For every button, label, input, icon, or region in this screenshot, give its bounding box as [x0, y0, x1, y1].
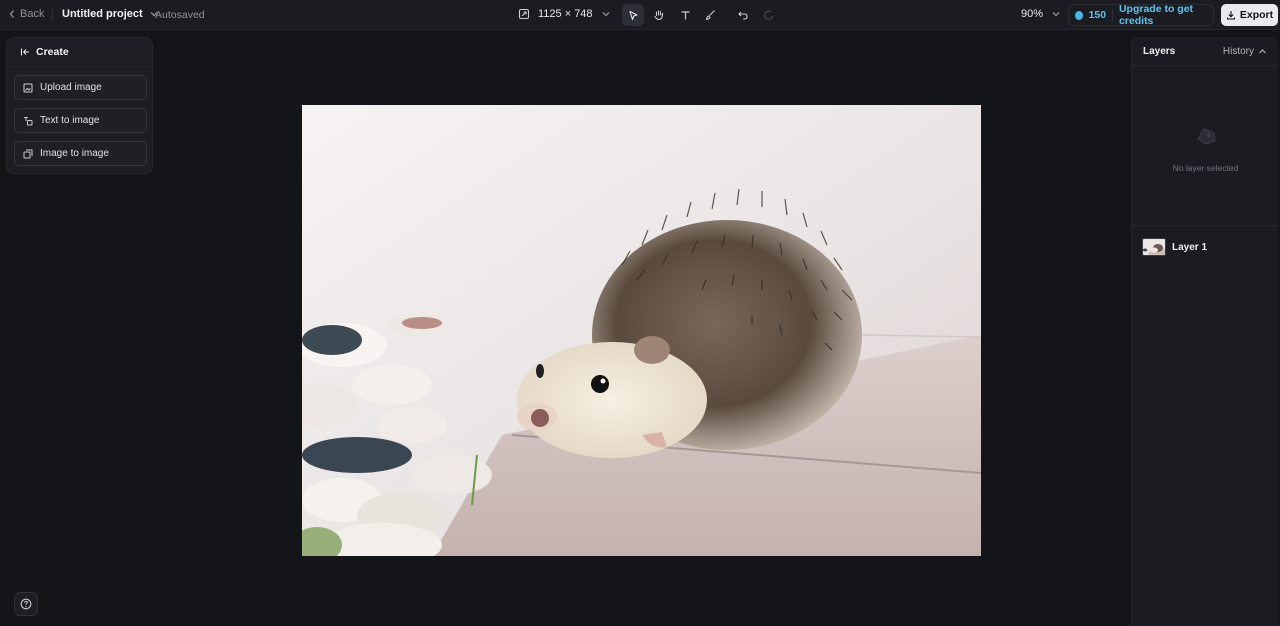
hedgehog-photo — [302, 105, 981, 556]
redo-icon — [764, 10, 774, 20]
hand-icon — [654, 10, 664, 21]
layers-panel-header: Layers History — [1132, 37, 1278, 66]
canvas-image[interactable] — [302, 105, 981, 556]
back-label: Back — [20, 8, 45, 20]
canvas-dimensions: 1125 × 748 — [538, 8, 593, 20]
text-to-image-label: Text to image — [40, 115, 100, 126]
upload-image-button[interactable]: Upload image — [14, 75, 147, 100]
arrow-left-bar-icon — [20, 48, 29, 56]
help-button[interactable] — [14, 592, 38, 616]
project-name: Untitled project — [62, 8, 143, 20]
upgrade-label: Upgrade to get credits — [1118, 3, 1194, 27]
brush-tool-button[interactable] — [700, 4, 722, 26]
layer-thumbnail — [1142, 238, 1166, 256]
hand-tool-button[interactable] — [648, 4, 670, 26]
layer-item[interactable]: Layer 1 — [1142, 238, 1207, 256]
image-to-image-label: Image to image — [40, 148, 109, 159]
credit-count: 150 — [1088, 9, 1107, 21]
zoom-dropdown[interactable]: 90% — [1021, 8, 1061, 20]
autosave-status: Autosaved — [155, 9, 205, 21]
image-to-image-icon — [23, 149, 33, 158]
empty-state-text: No layer selected — [1172, 163, 1239, 173]
undo-icon — [738, 11, 748, 20]
canvas-size-dropdown[interactable]: 1125 × 748 — [518, 8, 611, 20]
layers-title: Layers — [1143, 45, 1176, 57]
text-to-image-button[interactable]: Text to image — [14, 108, 147, 133]
upload-image-label: Upload image — [40, 82, 102, 93]
pointer-icon — [628, 10, 638, 20]
top-bar: Back Untitled project Autosaved 1125 × 7… — [0, 0, 1280, 30]
layer-name: Layer 1 — [1172, 241, 1208, 253]
chevron-left-icon — [9, 10, 14, 18]
divider — [52, 8, 53, 22]
redo-button[interactable] — [758, 4, 780, 26]
layer-thumbnail-image — [1143, 239, 1165, 255]
zoom-level: 90% — [1021, 8, 1044, 20]
text-icon — [681, 10, 689, 19]
resize-icon — [518, 8, 530, 20]
chevron-up-icon — [1259, 48, 1266, 53]
export-button[interactable]: Export — [1221, 4, 1278, 26]
export-label: Export — [1239, 9, 1274, 21]
coin-icon — [1075, 10, 1083, 20]
download-icon — [1226, 11, 1235, 20]
text-to-image-icon — [24, 116, 33, 125]
layer-placeholder-icon — [1196, 128, 1216, 145]
project-name-dropdown[interactable]: Untitled project — [62, 8, 159, 20]
image-to-image-button[interactable]: Image to image — [14, 141, 147, 166]
upload-image-icon — [23, 83, 33, 92]
history-label: History — [1222, 45, 1254, 57]
chevron-down-icon — [602, 12, 610, 17]
layers-panel: Layers History No layer selected Layer 1 — [1131, 37, 1279, 626]
help-icon — [20, 598, 32, 610]
history-toggle[interactable]: History — [1223, 46, 1267, 57]
divider — [1112, 9, 1113, 21]
brush-icon — [705, 10, 715, 21]
back-button[interactable]: Back — [8, 8, 44, 20]
create-panel-header[interactable]: Create — [7, 38, 152, 67]
text-tool-button[interactable] — [674, 4, 696, 26]
toolbar — [622, 4, 780, 26]
divider — [1132, 225, 1279, 226]
create-panel-title: Create — [36, 46, 69, 58]
chevron-down-icon — [1052, 12, 1060, 17]
credits-upgrade-button[interactable]: 150 Upgrade to get credits — [1068, 3, 1214, 27]
undo-button[interactable] — [732, 4, 754, 26]
select-tool-button[interactable] — [622, 4, 644, 26]
empty-state: No layer selected — [1132, 125, 1279, 173]
create-panel: Create Upload image Text to image Image … — [6, 37, 153, 174]
